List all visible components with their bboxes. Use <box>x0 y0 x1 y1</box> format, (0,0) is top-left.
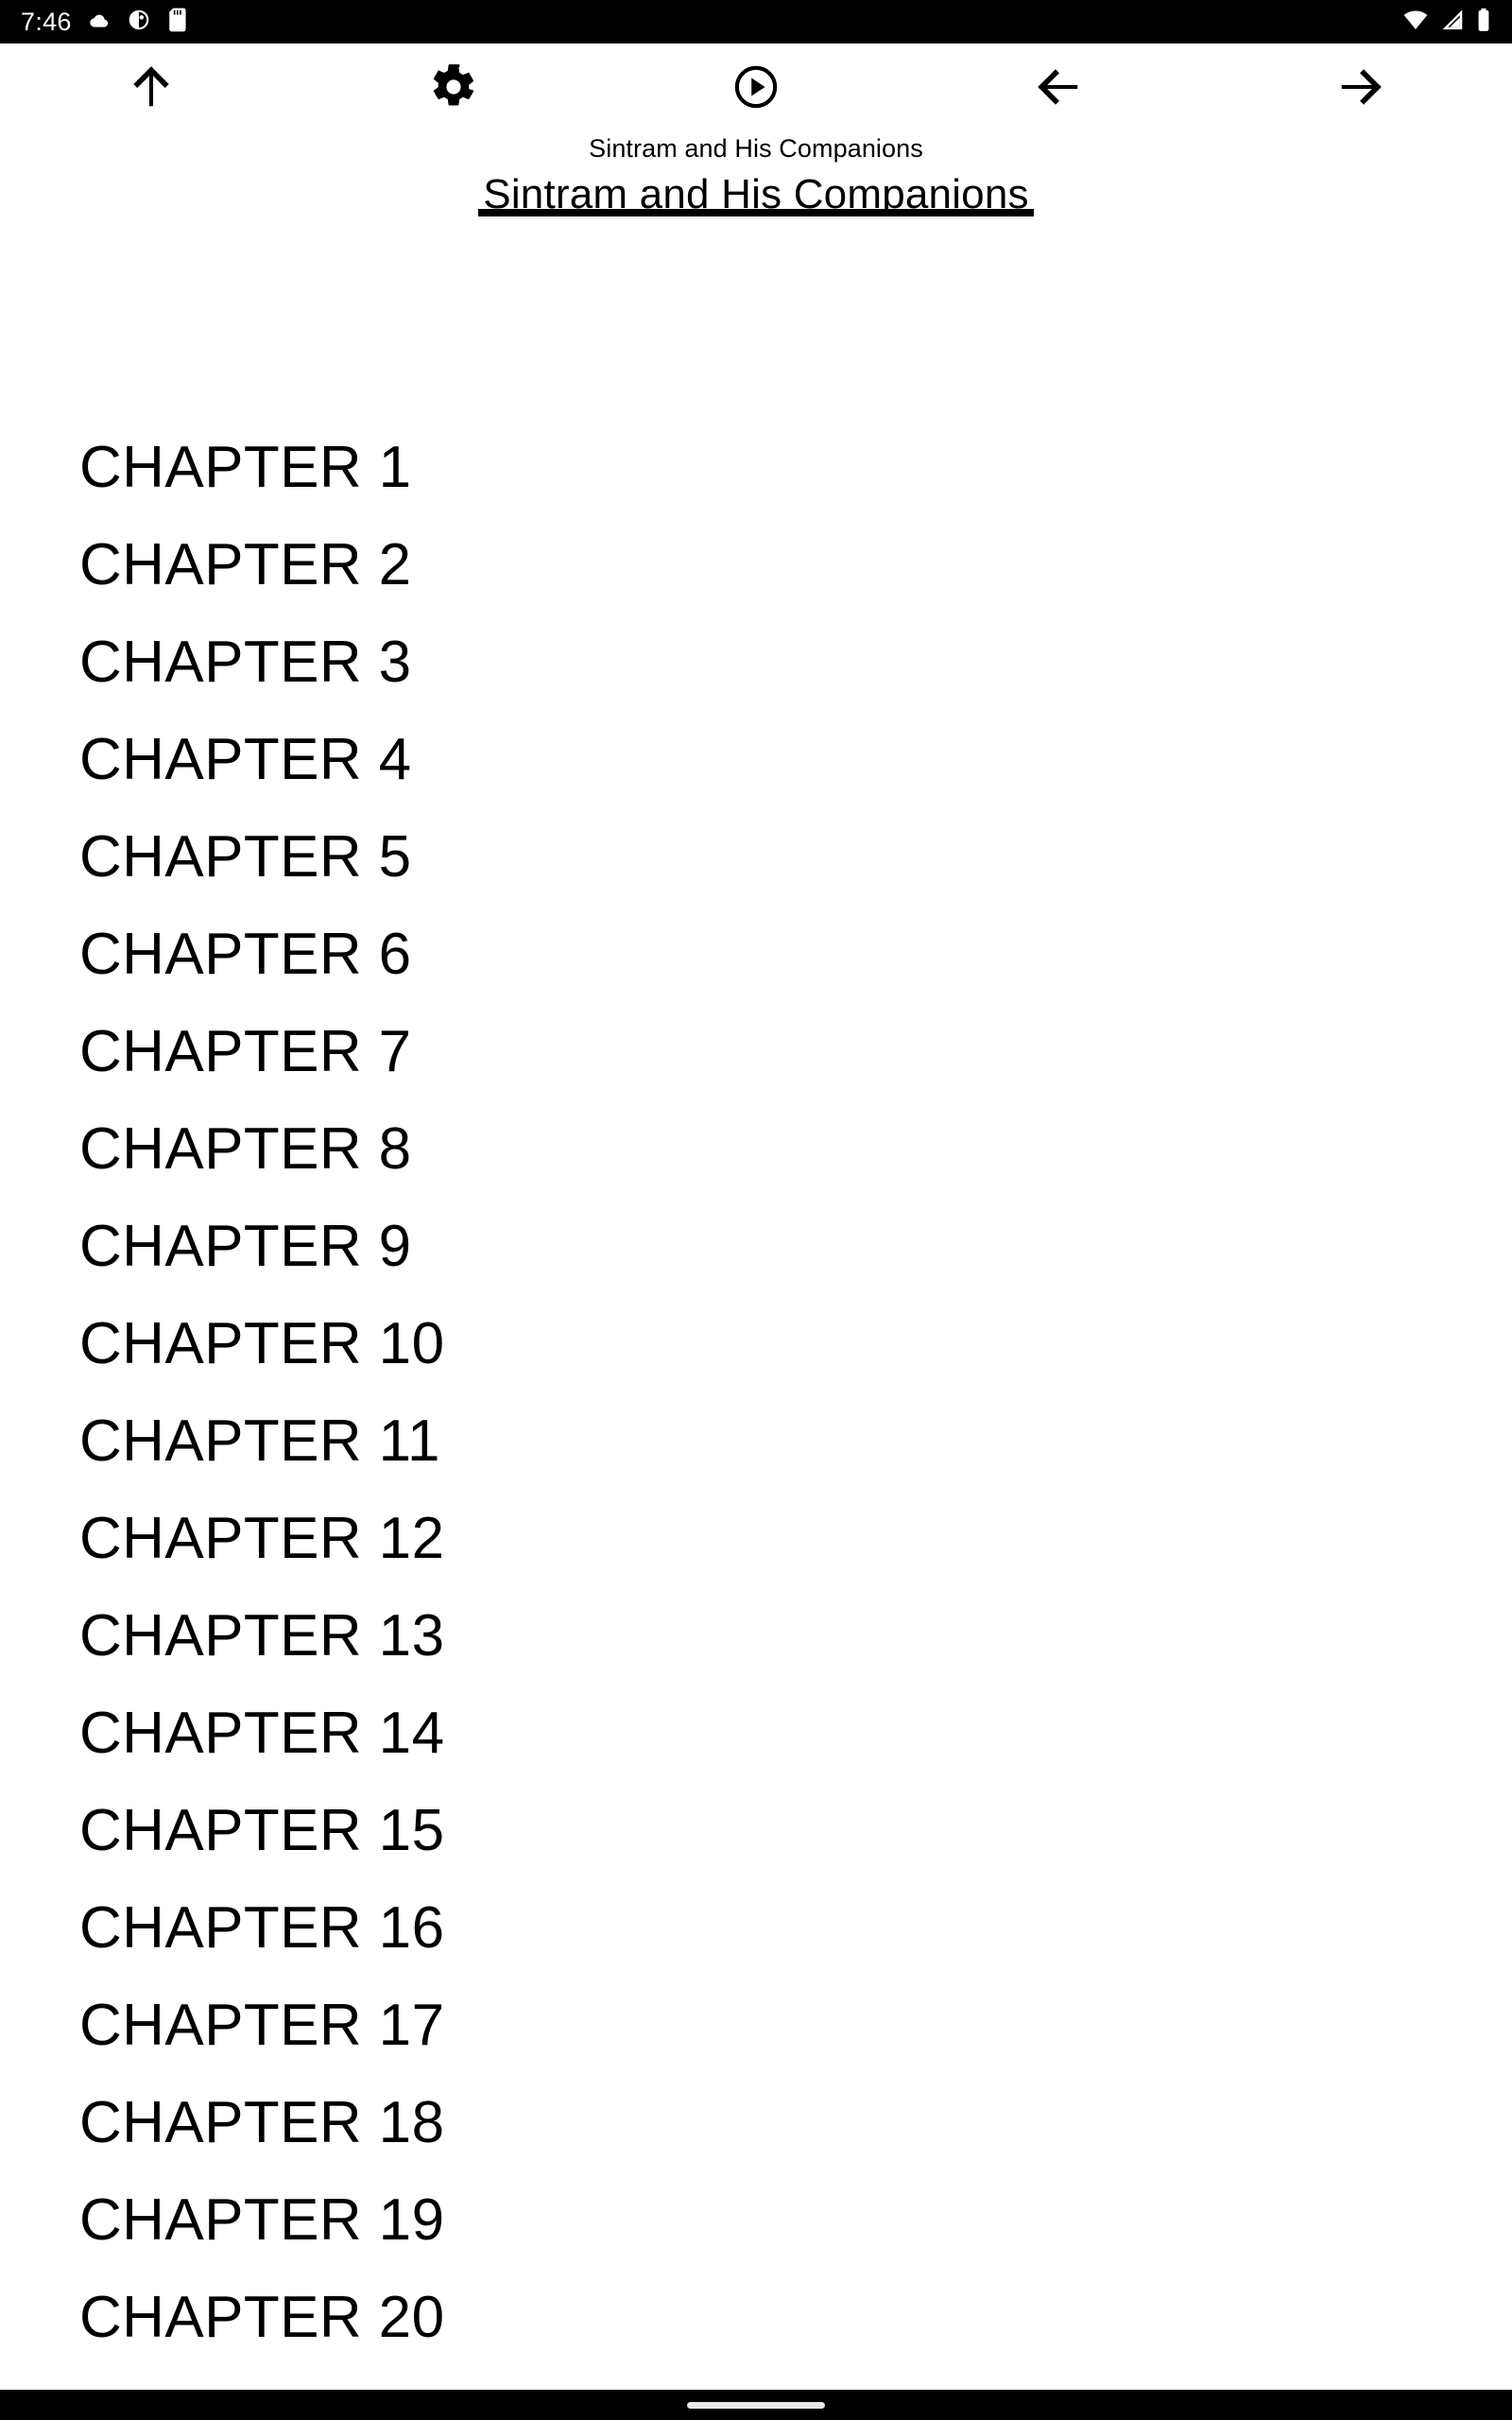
page-title: Sintram and His Companions <box>483 170 1029 209</box>
chapter-list-item[interactable]: CHAPTER 7 <box>0 1003 1512 1100</box>
chapter-list-item-label: CHAPTER 9 <box>79 1213 412 1279</box>
chapter-list-item-label: CHAPTER 15 <box>79 1797 445 1863</box>
chapter-list[interactable]: CHAPTER 1 CHAPTER 2 CHAPTER 3 CHAPTER 4 CHAP… <box>0 236 1512 2390</box>
arrow-left-icon <box>1034 62 1083 114</box>
wifi-icon <box>1402 8 1429 37</box>
status-bar: 7:46 <box>0 0 1512 43</box>
system-navigation-bar <box>0 2390 1512 2420</box>
contrast-circle-icon <box>127 8 151 37</box>
chapter-list-item-label: CHAPTER 2 <box>79 531 412 597</box>
scroll-to-top-button[interactable] <box>0 43 302 133</box>
chapter-list-item[interactable]: CHAPTER 20 <box>0 2269 1512 2366</box>
chapter-list-item-label: CHAPTER 7 <box>79 1018 412 1084</box>
chapter-list-item[interactable]: CHAPTER 21 <box>0 2366 1512 2390</box>
forward-button[interactable] <box>1210 43 1512 133</box>
back-button[interactable] <box>907 43 1210 133</box>
chapter-list-item-label: CHAPTER 10 <box>79 1310 445 1376</box>
chapter-list-item-label: CHAPTER 5 <box>79 823 412 890</box>
chapter-list-item-label: CHAPTER 6 <box>79 921 412 987</box>
book-title-container: Sintram and His Companions <box>0 171 1512 209</box>
chapter-list-item-label: CHAPTER 13 <box>79 1602 445 1668</box>
chapter-list-item-label: CHAPTER 20 <box>79 2284 445 2350</box>
toolbar <box>0 43 1512 133</box>
battery-icon <box>1476 8 1491 37</box>
book-subtitle: Sintram and His Companions <box>589 134 923 163</box>
chapter-list-item-label: CHAPTER 4 <box>79 726 412 792</box>
arrow-up-icon <box>127 62 176 114</box>
chapter-list-item[interactable]: CHAPTER 6 <box>0 906 1512 1003</box>
chapter-list-item[interactable]: CHAPTER 2 <box>0 516 1512 614</box>
chapter-list-item-label: CHAPTER 12 <box>79 1505 445 1571</box>
chapter-list-item[interactable]: CHAPTER 3 <box>0 614 1512 711</box>
chapter-list-item[interactable]: CHAPTER 19 <box>0 2171 1512 2269</box>
chapter-list-item[interactable]: CHAPTER 5 <box>0 808 1512 906</box>
book-header: Sintram and His Companions Sintram and H… <box>0 133 1512 216</box>
chapter-list-item-label: CHAPTER 1 <box>79 434 412 500</box>
chapter-list-item-label: CHAPTER 16 <box>79 1894 445 1961</box>
chapter-list-item-label: CHAPTER 17 <box>79 1992 445 2058</box>
gear-icon <box>429 62 478 114</box>
play-button[interactable] <box>605 43 907 133</box>
chapter-list-item[interactable]: CHAPTER 12 <box>0 1490 1512 1587</box>
sd-card-icon <box>166 8 189 37</box>
chapter-list-item[interactable]: CHAPTER 10 <box>0 1295 1512 1392</box>
status-bar-left: 7:46 <box>21 8 189 37</box>
title-divider <box>478 208 1034 216</box>
chapter-list-item-label: CHAPTER 8 <box>79 1115 412 1182</box>
chapter-list-item-label: CHAPTER 19 <box>79 2187 445 2253</box>
chapter-list-item[interactable]: CHAPTER 11 <box>0 1392 1512 1490</box>
status-clock: 7:46 <box>21 7 72 36</box>
settings-button[interactable] <box>302 43 605 133</box>
chapter-list-item-label: CHAPTER 18 <box>79 2089 445 2155</box>
app-screen: 7:46 Sintram and His Companions Sintram … <box>0 0 1512 2420</box>
chapter-list-item[interactable]: CHAPTER 15 <box>0 1782 1512 1879</box>
chapter-list-item[interactable]: CHAPTER 4 <box>0 711 1512 808</box>
chapter-list-item[interactable]: CHAPTER 18 <box>0 2074 1512 2171</box>
play-circle-icon <box>731 62 781 114</box>
home-indicator[interactable] <box>687 2401 825 2409</box>
chapter-list-item-label: CHAPTER 14 <box>79 1700 445 1766</box>
chapter-list-item-label: CHAPTER 3 <box>79 629 412 695</box>
cellular-signal-icon <box>1440 8 1465 37</box>
status-bar-right <box>1402 8 1491 37</box>
chapter-list-item-label: CHAPTER 11 <box>79 1408 440 1474</box>
chapter-list-item[interactable]: CHAPTER 8 <box>0 1100 1512 1198</box>
arrow-right-icon <box>1336 62 1385 114</box>
chapter-list-item[interactable]: CHAPTER 17 <box>0 1977 1512 2074</box>
cloud-icon <box>87 8 112 37</box>
chapter-list-item[interactable]: CHAPTER 1 <box>0 419 1512 516</box>
chapter-list-item[interactable]: CHAPTER 9 <box>0 1198 1512 1295</box>
chapter-list-item[interactable]: CHAPTER 16 <box>0 1879 1512 1977</box>
chapter-list-item[interactable]: CHAPTER 14 <box>0 1685 1512 1782</box>
chapter-list-item[interactable]: CHAPTER 13 <box>0 1587 1512 1685</box>
